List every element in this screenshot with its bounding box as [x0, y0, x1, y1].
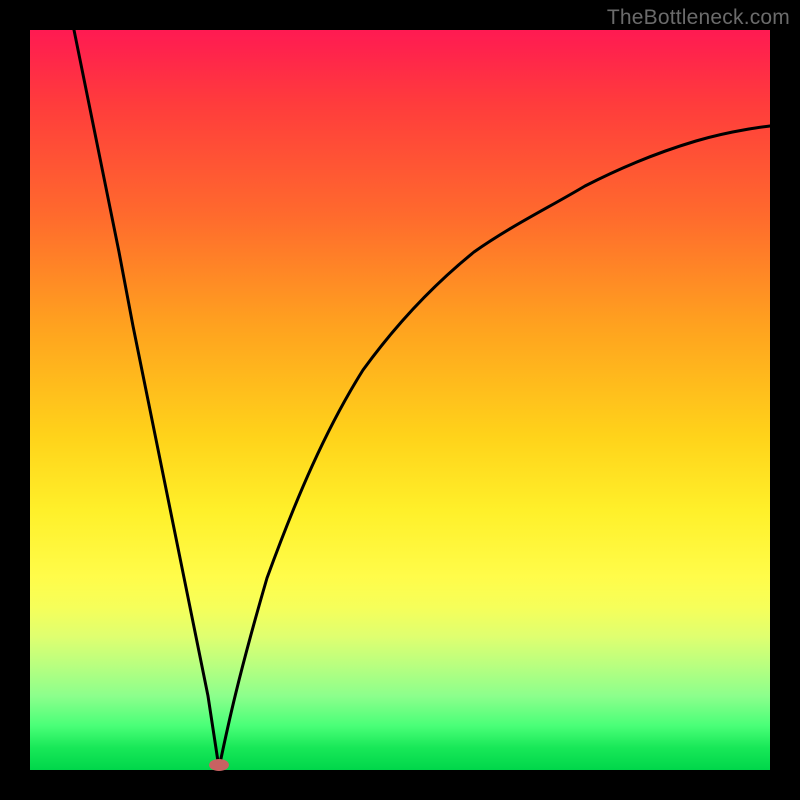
chart-frame: TheBottleneck.com — [0, 0, 800, 800]
curve-svg — [30, 30, 770, 770]
minimum-marker — [209, 759, 229, 771]
plot-area — [30, 30, 770, 770]
attribution-text: TheBottleneck.com — [607, 6, 790, 30]
curve-right-branch — [219, 126, 770, 768]
curve-left-branch — [74, 30, 219, 768]
